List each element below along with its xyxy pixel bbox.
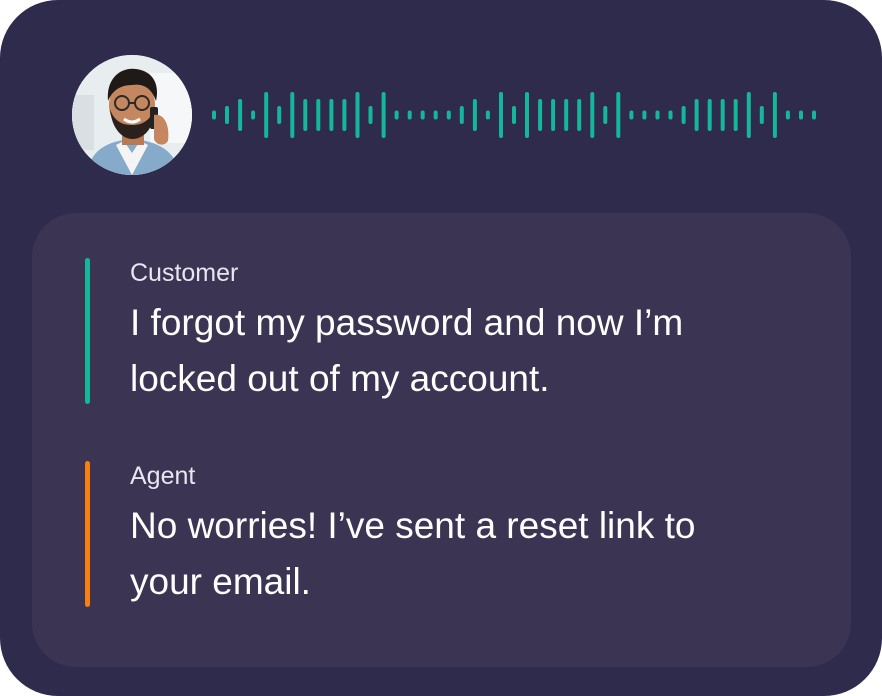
speaker-label-agent: Agent	[130, 462, 196, 490]
transcript-panel: Customer I forgot my password and now I’…	[32, 213, 851, 667]
audio-waveform	[210, 85, 820, 145]
transcript-entry-customer: Customer I forgot my password and now I’…	[85, 258, 765, 404]
message-customer: I forgot my password and now I’m locked …	[130, 302, 684, 399]
message-agent: No worries! I’ve sent a reset link to yo…	[130, 505, 696, 602]
caller-avatar	[72, 55, 192, 175]
speaker-label-customer: Customer	[130, 259, 239, 287]
agent-accent-bar	[85, 461, 90, 607]
call-card: Customer I forgot my password and now I’…	[0, 0, 882, 696]
caller-photo	[72, 55, 192, 175]
transcript-entry-agent: Agent No worries! I’ve sent a reset link…	[85, 461, 765, 607]
audio-waveform-icon	[212, 92, 816, 138]
customer-accent-bar	[85, 258, 90, 404]
